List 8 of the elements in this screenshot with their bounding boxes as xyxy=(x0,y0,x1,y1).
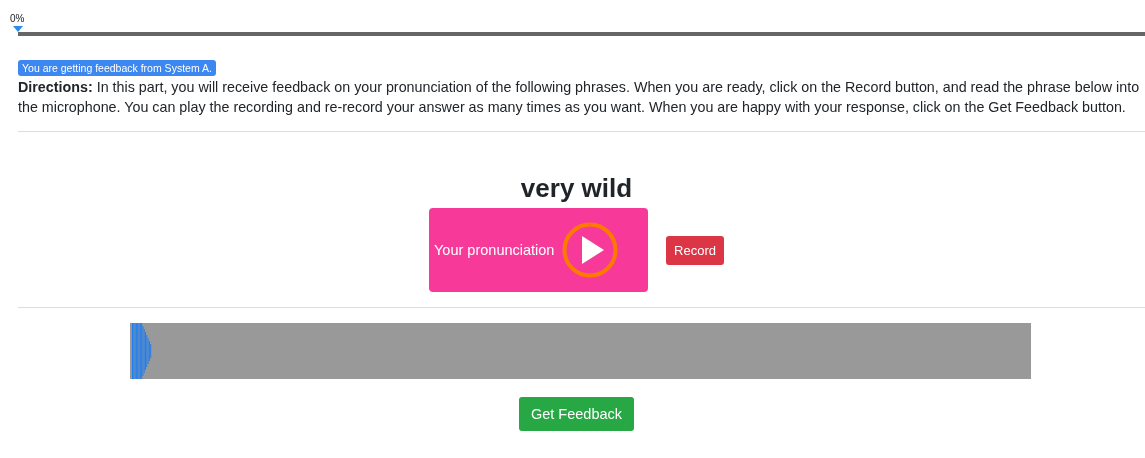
directions-text: Directions: In this part, you will receive feedback on your pronunciation of the following phrases. When you are ready, click on the Record button, and read the phrase below into the microphone. You can play the recording and re-record your answer as many times as you want. When you are happy with your response, click on the Get Feedback button. xyxy=(18,78,1141,117)
play-icon xyxy=(562,222,619,278)
progress-percent: 0% xyxy=(10,13,25,25)
phrase-text: very wild xyxy=(519,172,634,204)
system-badge: You are getting feedback from System A. xyxy=(18,60,216,76)
get-feedback-button[interactable]: Get Feedback xyxy=(518,397,635,431)
play-pronunciation-button[interactable]: Your pronunciation xyxy=(429,208,649,292)
record-button[interactable]: Record xyxy=(666,235,724,265)
